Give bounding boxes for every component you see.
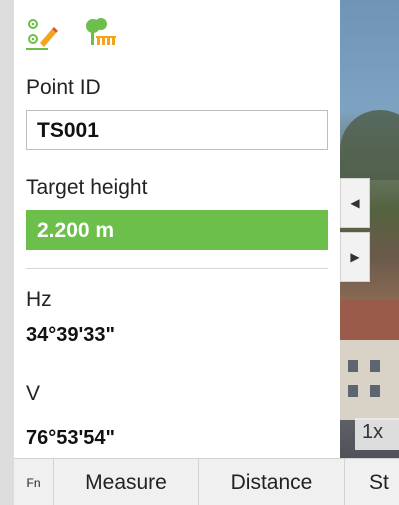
softkey-bar: Fn Measure Distance St — [14, 458, 399, 505]
hz-label: Hz — [26, 288, 52, 311]
camera-roof — [340, 300, 399, 340]
camera-prev-button[interactable]: ◀ — [340, 178, 370, 228]
v-value: 76°53'54" — [26, 427, 115, 449]
store-button[interactable]: St — [345, 459, 399, 505]
target-height-label: Target height — [26, 176, 148, 199]
section-divider — [26, 268, 328, 269]
camera-building — [340, 340, 399, 420]
measure-button[interactable]: Measure — [54, 459, 199, 505]
panel-toolbar — [26, 14, 118, 54]
target-prism-icon[interactable] — [84, 17, 118, 51]
hz-value: 34°39'33" — [26, 324, 115, 346]
measurement-panel: Point ID TS001 Target height 2.200 m Hz … — [14, 0, 340, 458]
v-label: V — [26, 382, 41, 405]
camera-window — [348, 360, 358, 372]
camera-hill — [340, 110, 399, 180]
camera-window — [370, 360, 380, 372]
target-height-field[interactable]: 2.200 m — [26, 210, 328, 250]
camera-next-button[interactable]: ▶ — [340, 232, 370, 282]
fn-button[interactable]: Fn — [14, 459, 54, 505]
zoom-level-button[interactable]: 1x — [355, 418, 399, 450]
point-id-label: Point ID — [26, 76, 101, 99]
point-id-field[interactable]: TS001 — [26, 110, 328, 150]
distance-button[interactable]: Distance — [199, 459, 345, 505]
triangle-right-icon: ▶ — [350, 250, 360, 264]
camera-window — [348, 385, 358, 397]
camera-view[interactable] — [340, 0, 399, 458]
triangle-left-icon: ◀ — [350, 196, 360, 210]
camera-window — [370, 385, 380, 397]
points-edit-icon[interactable] — [26, 17, 60, 51]
